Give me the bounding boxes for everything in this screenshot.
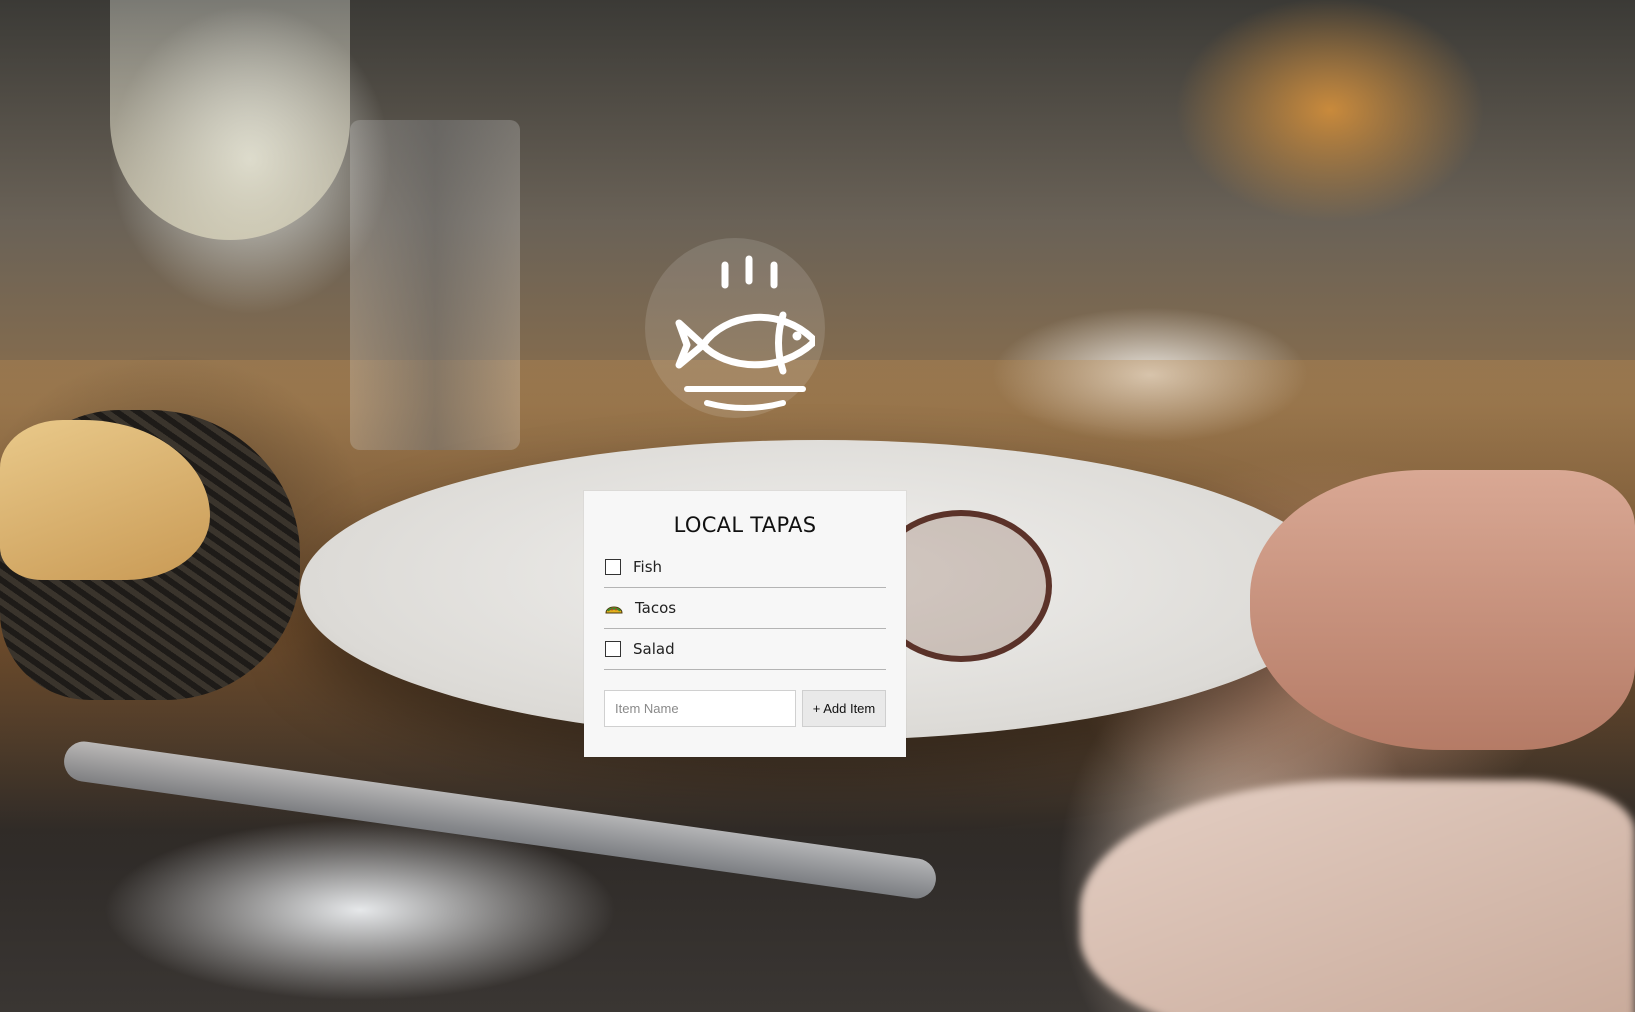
add-item-form: + Add Item xyxy=(604,690,886,727)
add-item-button[interactable]: + Add Item xyxy=(802,690,886,727)
background-wine-glass xyxy=(110,0,350,240)
page: LOCAL TAPAS Fish Tacos Salad Item Name +… xyxy=(0,0,1635,1012)
item-label: Salad xyxy=(633,640,675,658)
background-water-glass xyxy=(350,120,520,450)
steaming-fish-on-plate-icon xyxy=(645,238,825,418)
list-item[interactable]: Fish xyxy=(604,547,886,588)
list-item[interactable]: Tacos xyxy=(604,588,886,629)
taco-icon[interactable] xyxy=(605,600,623,616)
background-hand xyxy=(1250,470,1635,750)
menu-item-list: Fish Tacos Salad xyxy=(604,547,886,670)
checkbox[interactable] xyxy=(605,641,621,657)
item-label: Fish xyxy=(633,558,663,576)
item-label: Tacos xyxy=(635,599,677,617)
checkbox[interactable] xyxy=(605,559,621,575)
menu-card: LOCAL TAPAS Fish Tacos Salad Item Name +… xyxy=(584,491,906,757)
list-item[interactable]: Salad xyxy=(604,629,886,670)
item-name-input[interactable] xyxy=(604,690,796,727)
card-title: LOCAL TAPAS xyxy=(673,513,817,537)
